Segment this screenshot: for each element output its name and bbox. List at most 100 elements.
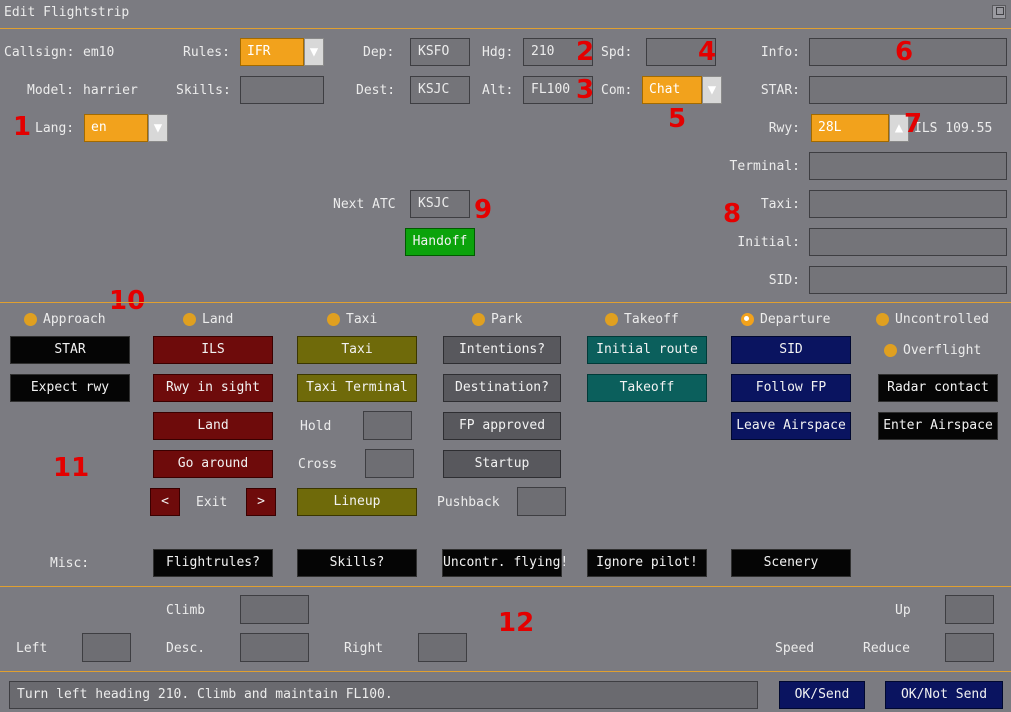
radio-overflight[interactable] — [884, 344, 897, 357]
section-divider-top — [0, 302, 1011, 303]
model-label: Model: — [27, 83, 74, 98]
chevron-down-icon: ▼ — [309, 44, 319, 60]
rwy-label: Rwy: — [768, 121, 800, 136]
up-field[interactable] — [945, 595, 994, 624]
lang-label: Lang: — [35, 121, 75, 136]
chevron-down-icon: ▼ — [153, 120, 163, 136]
radio-land[interactable] — [183, 313, 196, 326]
marker-5: 5 — [668, 104, 687, 134]
marker-7: 7 — [904, 109, 923, 139]
right-field[interactable] — [418, 633, 467, 662]
callsign-label: Callsign: — [4, 45, 75, 60]
phase-departure-label: Departure — [760, 312, 831, 327]
taxi-terminal-button[interactable]: Taxi Terminal — [297, 374, 417, 402]
info-label: Info: — [760, 45, 800, 60]
rules-dropdown-button[interactable]: ▼ — [304, 38, 324, 66]
rules-label: Rules: — [183, 45, 230, 60]
terminal-field[interactable] — [809, 152, 1007, 180]
rwy-in-sight-button[interactable]: Rwy in sight — [153, 374, 273, 402]
climb-field[interactable] — [240, 595, 309, 624]
chevron-down-icon: ▼ — [707, 82, 717, 98]
star-button[interactable]: STAR — [10, 336, 130, 364]
window-close-icon[interactable] — [992, 5, 1006, 19]
left-field[interactable] — [82, 633, 131, 662]
radio-approach[interactable] — [24, 313, 37, 326]
sid-button[interactable]: SID — [731, 336, 851, 364]
model-value: harrier — [83, 83, 138, 98]
sid-field[interactable] — [809, 266, 1007, 294]
expect-rwy-button[interactable]: Expect rwy — [10, 374, 130, 402]
ok-send-button[interactable]: OK/Send — [779, 681, 865, 709]
marker-3: 3 — [576, 75, 595, 105]
reduce-field[interactable] — [945, 633, 994, 662]
initial-route-button[interactable]: Initial route — [587, 336, 707, 364]
misc-label: Misc: — [50, 556, 90, 571]
initial-field[interactable] — [809, 228, 1007, 256]
marker-4: 4 — [698, 37, 717, 67]
climb-label: Climb — [166, 603, 206, 618]
leave-airspace-button[interactable]: Leave Airspace — [731, 412, 851, 440]
radar-contact-button[interactable]: Radar contact — [878, 374, 998, 402]
lang-dropdown-button[interactable]: ▼ — [148, 114, 168, 142]
star-field[interactable] — [809, 76, 1007, 104]
follow-fp-button[interactable]: Follow FP — [731, 374, 851, 402]
cross-field[interactable] — [365, 449, 414, 478]
com-dropdown-button[interactable]: ▼ — [702, 76, 722, 104]
left-label: Left — [16, 641, 48, 656]
callsign-value: em10 — [83, 45, 115, 60]
lineup-button[interactable]: Lineup — [297, 488, 417, 516]
exit-next-button[interactable]: > — [246, 488, 276, 516]
section-divider-controls — [0, 586, 1011, 587]
desc-field[interactable] — [240, 633, 309, 662]
right-label: Right — [344, 641, 384, 656]
go-around-button[interactable]: Go around — [153, 450, 273, 478]
takeoff-button[interactable]: Takeoff — [587, 374, 707, 402]
taxi-field[interactable] — [809, 190, 1007, 218]
up-label: Up — [895, 603, 911, 618]
fp-approved-button[interactable]: FP approved — [443, 412, 561, 440]
ok-not-send-button[interactable]: OK/Not Send — [885, 681, 1003, 709]
scenery-button[interactable]: Scenery — [731, 549, 851, 577]
phase-overflight-label: Overflight — [903, 343, 982, 358]
message-field[interactable]: Turn left heading 210. Climb and maintai… — [9, 681, 758, 709]
rwy-select[interactable]: 28L — [811, 114, 889, 142]
hold-label: Hold — [300, 419, 332, 434]
flightrules-button[interactable]: Flightrules? — [153, 549, 273, 577]
destination-button[interactable]: Destination? — [443, 374, 561, 402]
phase-land-label: Land — [202, 312, 234, 327]
radio-park[interactable] — [472, 313, 485, 326]
handoff-button[interactable]: Handoff — [405, 228, 475, 256]
dep-field[interactable]: KSFO — [410, 38, 470, 66]
window-title: Edit Flightstrip — [4, 5, 130, 20]
radio-takeoff[interactable] — [605, 313, 618, 326]
dep-label: Dep: — [363, 45, 395, 60]
radio-uncontrolled[interactable] — [876, 313, 889, 326]
land-button[interactable]: Land — [153, 412, 273, 440]
radio-departure[interactable] — [741, 313, 754, 326]
uncontr-flying-button[interactable]: Uncontr. flying! — [442, 549, 568, 577]
exit-prev-button[interactable]: < — [150, 488, 180, 516]
dest-field[interactable]: KSJC — [410, 76, 470, 104]
ils-frequency: ILS 109.55 — [914, 121, 993, 136]
startup-button[interactable]: Startup — [443, 450, 561, 478]
marker-6: 6 — [895, 37, 914, 67]
next-atc-field[interactable]: KSJC — [410, 190, 470, 218]
hold-field[interactable] — [363, 411, 412, 440]
com-select[interactable]: Chat — [642, 76, 702, 104]
taxi-button[interactable]: Taxi — [297, 336, 417, 364]
enter-airspace-button[interactable]: Enter Airspace — [878, 412, 998, 440]
radio-taxi[interactable] — [327, 313, 340, 326]
phase-approach-label: Approach — [43, 312, 106, 327]
skills-button[interactable]: Skills? — [297, 549, 417, 577]
ignore-pilot-button[interactable]: Ignore pilot! — [587, 549, 707, 577]
skills-field[interactable] — [240, 76, 324, 104]
terminal-label: Terminal: — [729, 159, 800, 174]
lang-select[interactable]: en — [84, 114, 148, 142]
rules-select[interactable]: IFR — [240, 38, 304, 66]
marker-1: 1 — [13, 112, 32, 142]
marker-2: 2 — [576, 37, 595, 67]
sid-label: SID: — [768, 273, 800, 288]
intentions-button[interactable]: Intentions? — [443, 336, 561, 364]
pushback-field[interactable] — [517, 487, 566, 516]
ils-button[interactable]: ILS — [153, 336, 273, 364]
